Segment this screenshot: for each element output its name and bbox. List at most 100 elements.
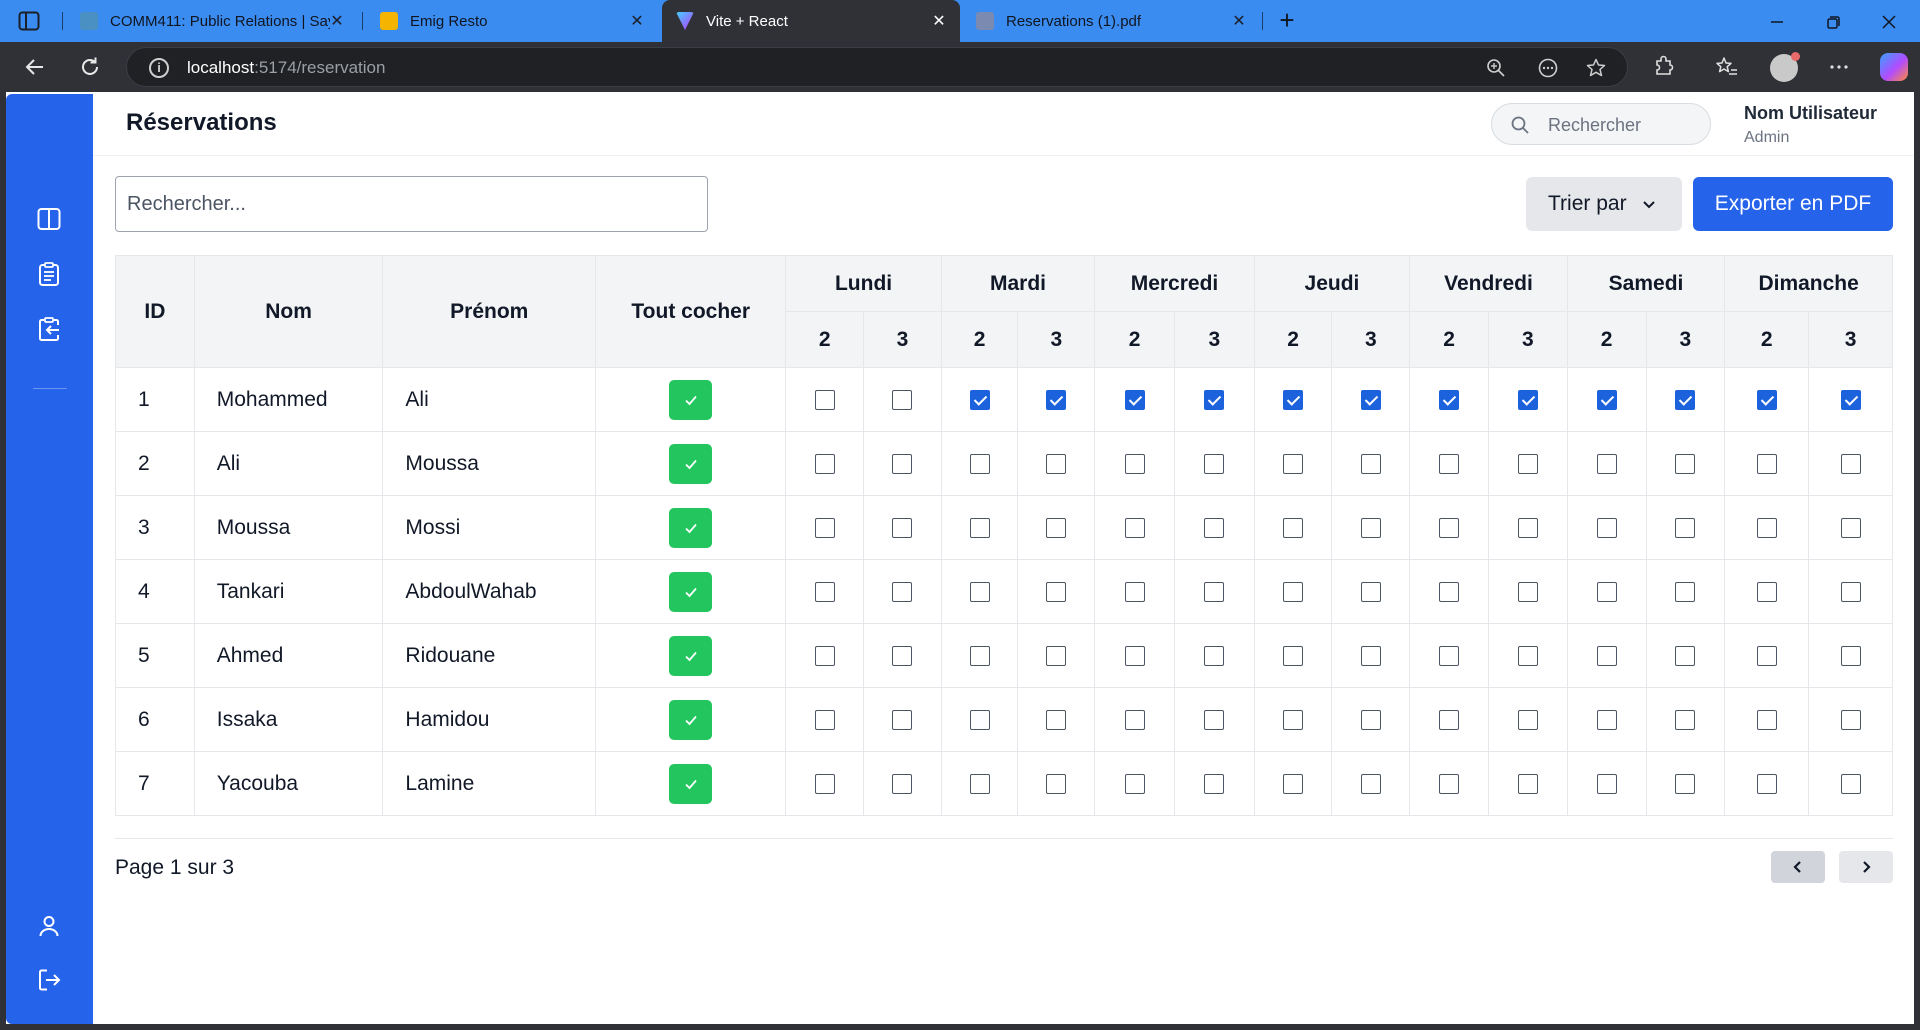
- slot-checkbox[interactable]: [1840, 709, 1861, 730]
- slot-checkbox[interactable]: [1840, 517, 1861, 538]
- slot-checkbox[interactable]: [1360, 773, 1381, 794]
- minimize-icon[interactable]: [1764, 9, 1790, 35]
- slot-checkbox[interactable]: [1675, 773, 1696, 794]
- slot-checkbox[interactable]: [1360, 517, 1381, 538]
- slot-checkbox[interactable]: [1517, 453, 1538, 474]
- slot-checkbox[interactable]: [1204, 389, 1225, 410]
- check-all-button[interactable]: [669, 699, 713, 740]
- tab-comm411[interactable]: COMM411: Public Relations | Sayl ✕: [66, 0, 358, 42]
- slot-checkbox[interactable]: [814, 645, 835, 666]
- slot-checkbox[interactable]: [1124, 709, 1145, 730]
- favorites-list-icon[interactable]: [1714, 54, 1740, 80]
- close-tab-icon[interactable]: ✕: [930, 12, 948, 30]
- slot-checkbox[interactable]: [969, 645, 990, 666]
- slot-checkbox[interactable]: [1517, 645, 1538, 666]
- restore-icon[interactable]: [1820, 9, 1846, 35]
- close-tab-icon[interactable]: ✕: [628, 12, 646, 30]
- check-all-button[interactable]: [669, 379, 713, 420]
- check-all-button[interactable]: [669, 763, 713, 804]
- slot-checkbox[interactable]: [969, 517, 990, 538]
- next-page-button[interactable]: [1839, 851, 1893, 883]
- slot-checkbox[interactable]: [1675, 389, 1696, 410]
- slot-checkbox[interactable]: [1283, 517, 1304, 538]
- slot-checkbox[interactable]: [1840, 389, 1861, 410]
- slot-checkbox[interactable]: [892, 709, 913, 730]
- slot-checkbox[interactable]: [1439, 581, 1460, 602]
- check-all-button[interactable]: [669, 635, 713, 676]
- close-tab-icon[interactable]: ✕: [1230, 12, 1248, 30]
- slot-checkbox[interactable]: [892, 389, 913, 410]
- columns-icon[interactable]: [35, 205, 63, 233]
- slot-checkbox[interactable]: [1204, 709, 1225, 730]
- slot-checkbox[interactable]: [1675, 645, 1696, 666]
- slot-checkbox[interactable]: [892, 581, 913, 602]
- user-icon[interactable]: [35, 912, 63, 940]
- logout-icon[interactable]: [35, 966, 63, 994]
- slot-checkbox[interactable]: [1756, 581, 1777, 602]
- slot-checkbox[interactable]: [1360, 645, 1381, 666]
- slot-checkbox[interactable]: [1517, 709, 1538, 730]
- slot-checkbox[interactable]: [1517, 581, 1538, 602]
- profile-avatar[interactable]: [1770, 52, 1800, 82]
- slot-checkbox[interactable]: [892, 773, 913, 794]
- slot-checkbox[interactable]: [1046, 517, 1067, 538]
- extensions-icon[interactable]: [1651, 54, 1677, 80]
- site-info-icon[interactable]: i: [149, 58, 169, 78]
- omnibox[interactable]: i localhost:5174/reservation: [126, 47, 1628, 87]
- slot-checkbox[interactable]: [814, 389, 835, 410]
- slot-checkbox[interactable]: [892, 645, 913, 666]
- slot-checkbox[interactable]: [1360, 389, 1381, 410]
- slot-checkbox[interactable]: [1283, 709, 1304, 730]
- slot-checkbox[interactable]: [814, 581, 835, 602]
- slot-checkbox[interactable]: [969, 773, 990, 794]
- slot-checkbox[interactable]: [1675, 581, 1696, 602]
- zoom-icon[interactable]: [1485, 57, 1507, 79]
- url-text[interactable]: localhost:5174/reservation: [187, 58, 385, 78]
- copilot-icon[interactable]: [1880, 53, 1908, 81]
- prev-page-button[interactable]: [1771, 851, 1825, 883]
- slot-checkbox[interactable]: [1675, 709, 1696, 730]
- slot-checkbox[interactable]: [1283, 389, 1304, 410]
- slot-checkbox[interactable]: [1756, 645, 1777, 666]
- favorite-star-icon[interactable]: [1585, 57, 1607, 79]
- slot-checkbox[interactable]: [1046, 581, 1067, 602]
- slot-checkbox[interactable]: [1675, 517, 1696, 538]
- slot-checkbox[interactable]: [1596, 389, 1617, 410]
- slot-checkbox[interactable]: [1675, 453, 1696, 474]
- check-all-button[interactable]: [669, 443, 713, 484]
- slot-checkbox[interactable]: [1596, 453, 1617, 474]
- check-all-button[interactable]: [669, 507, 713, 548]
- tab-emig-resto[interactable]: Emig Resto ✕: [366, 0, 658, 42]
- close-tab-icon[interactable]: ✕: [328, 12, 346, 30]
- sidebar-toggle-icon[interactable]: [18, 11, 40, 31]
- slot-checkbox[interactable]: [1517, 773, 1538, 794]
- slot-checkbox[interactable]: [1283, 773, 1304, 794]
- slot-checkbox[interactable]: [1360, 453, 1381, 474]
- tab-vite-react[interactable]: Vite + React ✕: [662, 0, 960, 42]
- slot-checkbox[interactable]: [1360, 709, 1381, 730]
- slot-checkbox[interactable]: [1596, 709, 1617, 730]
- slot-checkbox[interactable]: [1439, 517, 1460, 538]
- slot-checkbox[interactable]: [969, 389, 990, 410]
- slot-checkbox[interactable]: [892, 453, 913, 474]
- slot-checkbox[interactable]: [1124, 517, 1145, 538]
- slot-checkbox[interactable]: [1283, 453, 1304, 474]
- slot-checkbox[interactable]: [1124, 389, 1145, 410]
- clipboard-list-icon[interactable]: [35, 260, 63, 288]
- slot-checkbox[interactable]: [1596, 645, 1617, 666]
- table-search-input[interactable]: [116, 177, 707, 231]
- slot-checkbox[interactable]: [1204, 773, 1225, 794]
- slot-checkbox[interactable]: [814, 517, 835, 538]
- slot-checkbox[interactable]: [1046, 773, 1067, 794]
- slot-checkbox[interactable]: [1756, 773, 1777, 794]
- slot-checkbox[interactable]: [1046, 389, 1067, 410]
- slot-checkbox[interactable]: [1046, 645, 1067, 666]
- slot-checkbox[interactable]: [1204, 517, 1225, 538]
- refresh-icon[interactable]: [77, 54, 103, 80]
- slot-checkbox[interactable]: [969, 581, 990, 602]
- slot-checkbox[interactable]: [1517, 517, 1538, 538]
- check-all-button[interactable]: [669, 571, 713, 612]
- slot-checkbox[interactable]: [1756, 517, 1777, 538]
- tab-reservations-pdf[interactable]: Reservations (1).pdf ✕: [962, 0, 1260, 42]
- slot-checkbox[interactable]: [969, 709, 990, 730]
